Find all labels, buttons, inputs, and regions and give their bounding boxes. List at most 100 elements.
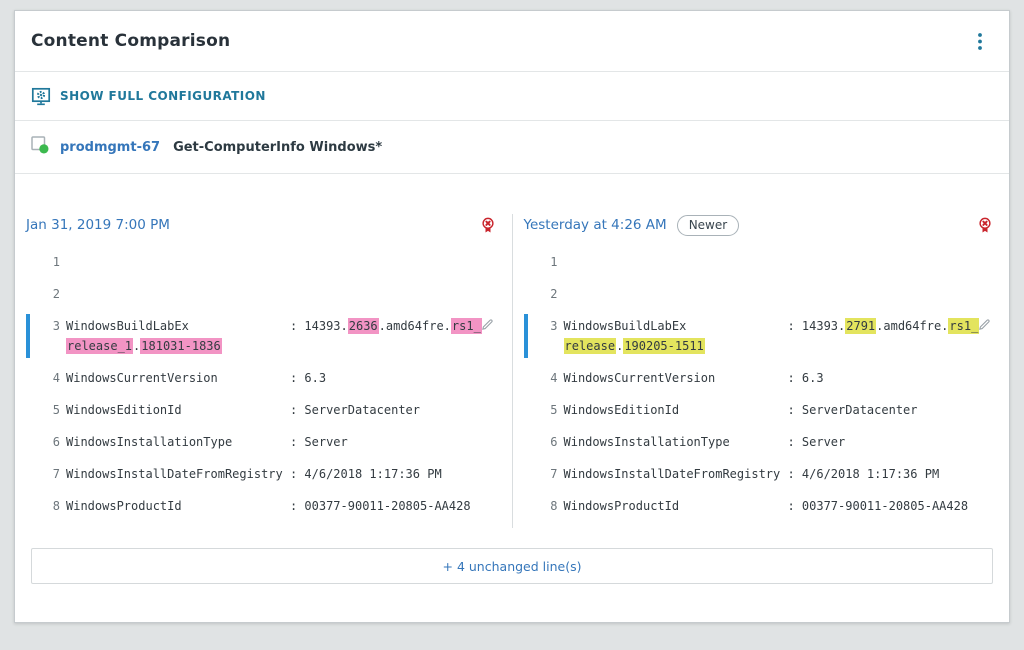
- line-number: 7: [43, 464, 60, 484]
- panel-header: Jan 31, 2019 7:00 PM: [15, 214, 512, 236]
- plain-text: .amd64fre.: [876, 319, 948, 333]
- kebab-menu-icon[interactable]: [971, 28, 989, 55]
- line-content: WindowsEditionId: ServerDatacenter: [66, 400, 476, 420]
- line-text: WindowsInstallationType: Server: [564, 432, 974, 452]
- property-name: WindowsBuildLabEx: [66, 316, 290, 336]
- line-number: 8: [541, 496, 558, 516]
- plain-text: : Server: [787, 435, 845, 449]
- line-number: 6: [541, 432, 558, 452]
- line-number: 1: [43, 252, 60, 272]
- line-text: WindowsEditionId: ServerDatacenter: [564, 400, 974, 420]
- line-content: WindowsInstallDateFromRegistry: 4/6/2018…: [66, 464, 476, 484]
- line-text: release_1.181031-1836: [66, 336, 476, 356]
- diff-line: 2: [513, 284, 1010, 304]
- plain-text: : 4/6/2018 1:17:36 PM: [290, 467, 442, 481]
- line-text: WindowsInstallationType: Server: [66, 432, 476, 452]
- line-content: WindowsCurrentVersion: 6.3: [66, 368, 476, 388]
- diff-line: 4 WindowsCurrentVersion: 6.3: [513, 368, 1010, 388]
- diff-highlight: release_1: [66, 338, 133, 354]
- code-lines: 123WindowsBuildLabEx: 14393.2636.amd64fr…: [15, 252, 512, 516]
- line-text: WindowsCurrentVersion: 6.3: [66, 368, 476, 388]
- property-name: WindowsInstallDateFromRegistry: [564, 464, 788, 484]
- baseline-rejected-icon[interactable]: [977, 217, 993, 234]
- device-name-link[interactable]: prodmgmt-67: [60, 140, 160, 155]
- plain-text: : 4/6/2018 1:17:36 PM: [787, 467, 939, 481]
- property-name: WindowsCurrentVersion: [564, 368, 788, 388]
- diff-line: 4WindowsCurrentVersion: 6.3: [15, 368, 512, 388]
- line-number: 2: [541, 284, 558, 304]
- pencil-edit-icon[interactable]: [481, 318, 494, 331]
- show-full-configuration-button[interactable]: SHOW FULL CONFIGURATION: [15, 72, 1009, 121]
- unchanged-lines-button[interactable]: + 4 unchanged line(s): [31, 548, 993, 584]
- page-title: Content Comparison: [31, 31, 230, 51]
- diff-highlight: 2791: [845, 318, 876, 334]
- diff-highlight: 181031-1836: [140, 338, 221, 354]
- line-text: WindowsInstallDateFromRegistry: 4/6/2018…: [564, 464, 974, 484]
- property-name: WindowsInstallationType: [564, 432, 788, 452]
- line-text: WindowsInstallDateFromRegistry: 4/6/2018…: [66, 464, 476, 484]
- line-text: WindowsBuildLabEx: 14393.2791.amd64fre.r…: [564, 316, 974, 336]
- plain-text: .amd64fre.: [379, 319, 451, 333]
- show-full-configuration-label: SHOW FULL CONFIGURATION: [60, 89, 266, 103]
- revision-date[interactable]: Yesterday at 4:26 AM: [524, 217, 667, 233]
- code-lines: 1 2 3 WindowsBuildLabEx: 14393.2791.amd64fr…: [513, 252, 1010, 516]
- content-comparison-card: Content Comparison SHOW FULL CONFIGURATI…: [14, 10, 1010, 623]
- line-content: WindowsProductId: 00377-90011-20805-AA42…: [66, 496, 476, 516]
- line-content: WindowsCurrentVersion: 6.3: [564, 368, 974, 388]
- diff-highlight: rs1_: [451, 318, 482, 334]
- diff-line: 1: [513, 252, 1010, 272]
- line-text: WindowsBuildLabEx: 14393.2636.amd64fre.r…: [66, 316, 476, 336]
- profile-name: Get-ComputerInfo Windows*: [173, 140, 382, 155]
- line-text: WindowsProductId: 00377-90011-20805-AA42…: [564, 496, 974, 516]
- panel-header: Yesterday at 4:26 AM Newer: [513, 214, 1010, 236]
- line-content: WindowsInstallationType: Server: [66, 432, 476, 452]
- property-name: WindowsInstallationType: [66, 432, 290, 452]
- diff-line: 3 WindowsBuildLabEx: 14393.2791.amd64fre.…: [513, 316, 1010, 356]
- line-text: WindowsEditionId: ServerDatacenter: [66, 400, 476, 420]
- plain-text: : 00377-90011-20805-AA428: [290, 499, 471, 513]
- diff-highlight: 2636: [348, 318, 379, 334]
- diff-line: 5 WindowsEditionId: ServerDatacenter: [513, 400, 1010, 420]
- diff-highlight: release: [564, 338, 617, 354]
- diff-line: 5WindowsEditionId: ServerDatacenter: [15, 400, 512, 420]
- property-name: WindowsProductId: [564, 496, 788, 516]
- line-number: 7: [541, 464, 558, 484]
- diff-line: 3 WindowsBuildLabEx: 14393.2636.amd64fre.…: [15, 316, 512, 356]
- plain-text: : ServerDatacenter: [290, 403, 420, 417]
- line-content: WindowsInstallationType: Server: [564, 432, 974, 452]
- line-text: release.190205-1511: [564, 336, 974, 356]
- property-name: WindowsEditionId: [66, 400, 290, 420]
- pencil-edit-icon[interactable]: [978, 318, 991, 331]
- property-name: WindowsProductId: [66, 496, 290, 516]
- device-row: prodmgmt-67 Get-ComputerInfo Windows*: [15, 121, 1009, 174]
- diff-panel-left: Jan 31, 2019 7:00 PM 123WindowsBuildLabE…: [15, 214, 512, 528]
- node-status-icon: [31, 136, 50, 158]
- property-name: WindowsEditionId: [564, 400, 788, 420]
- diff-line: 7 WindowsInstallDateFromRegistry: 4/6/201…: [15, 464, 512, 484]
- revision-date[interactable]: Jan 31, 2019 7:00 PM: [26, 217, 170, 233]
- newer-badge: Newer: [677, 215, 740, 236]
- diff-highlight: rs1_: [948, 318, 979, 334]
- plain-text: : Server: [290, 435, 348, 449]
- line-number: 3: [43, 316, 60, 336]
- diff-line: 8 WindowsProductId: 00377-90011-20805-AA4…: [15, 496, 512, 516]
- property-name: WindowsInstallDateFromRegistry: [66, 464, 290, 484]
- diff-line: 8 WindowsProductId: 00377-90011-20805-AA4…: [513, 496, 1010, 516]
- line-number: 3: [541, 316, 558, 336]
- diff-line: 7 WindowsInstallDateFromRegistry: 4/6/201…: [513, 464, 1010, 484]
- diff-line: 1: [15, 252, 512, 272]
- baseline-rejected-icon[interactable]: [480, 217, 496, 234]
- property-name: WindowsBuildLabEx: [564, 316, 788, 336]
- line-number: 5: [541, 400, 558, 420]
- line-content: WindowsBuildLabEx: 14393.2791.amd64fre.r…: [564, 316, 974, 356]
- diff-line: 6WindowsInstallationType: Server: [15, 432, 512, 452]
- line-content: WindowsBuildLabEx: 14393.2636.amd64fre.r…: [66, 316, 476, 356]
- line-content: WindowsEditionId: ServerDatacenter: [564, 400, 974, 420]
- line-number: 1: [541, 252, 558, 272]
- line-text: WindowsCurrentVersion: 6.3: [564, 368, 974, 388]
- line-content: WindowsInstallDateFromRegistry: 4/6/2018…: [564, 464, 974, 484]
- card-header: Content Comparison: [15, 11, 1009, 72]
- line-number: 8: [43, 496, 60, 516]
- diff-panel-right: Yesterday at 4:26 AM Newer 1 2 3 WindowsBui…: [512, 214, 1010, 528]
- line-number: 4: [541, 368, 558, 388]
